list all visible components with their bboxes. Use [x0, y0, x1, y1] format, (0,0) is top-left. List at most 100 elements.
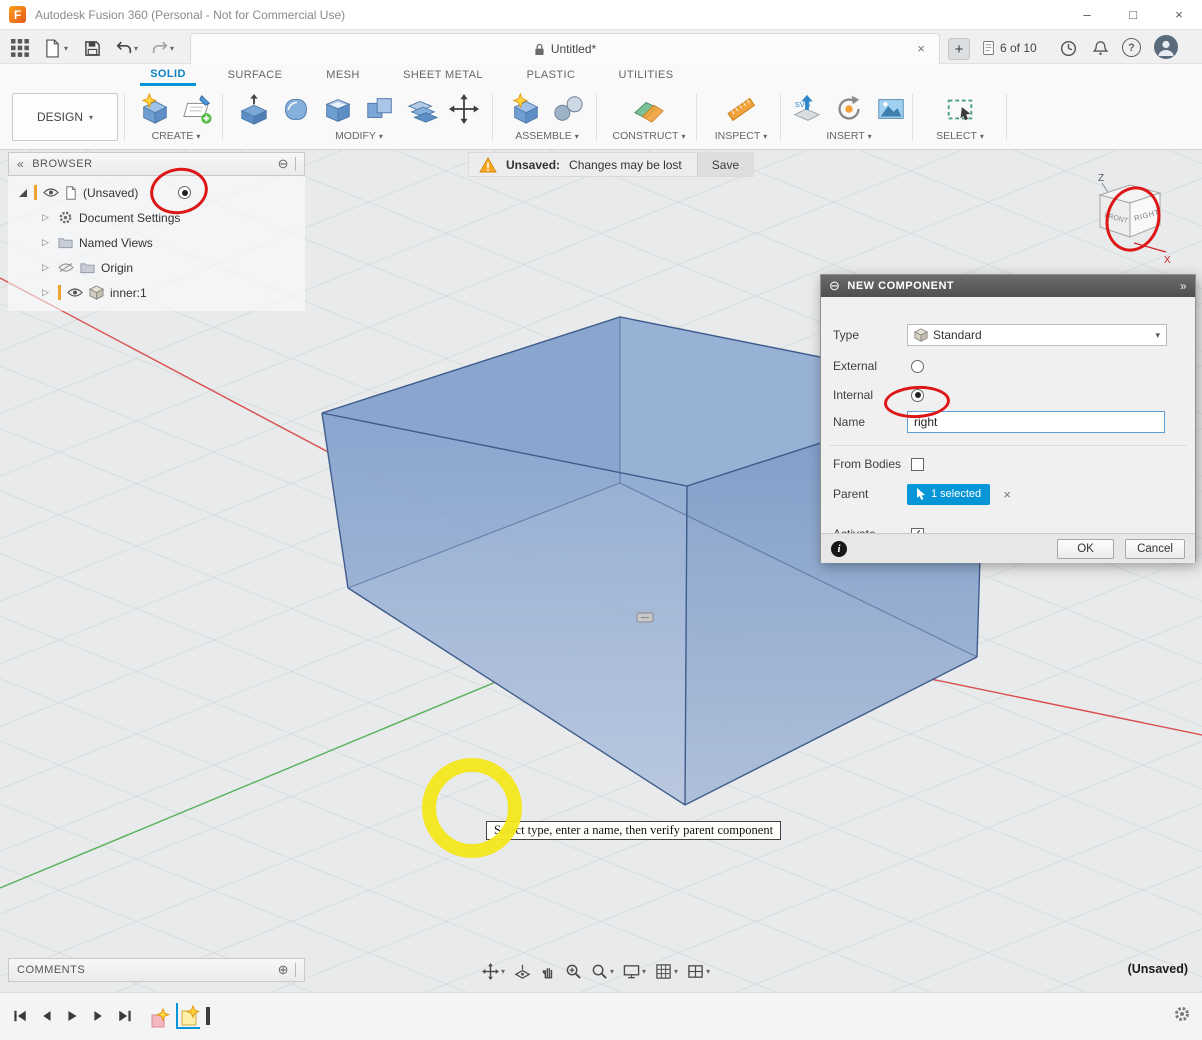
press-pull-button[interactable]: [236, 91, 272, 127]
browser-row-inner-body[interactable]: ▷ inner:1: [8, 280, 305, 305]
file-menu-button[interactable]: [40, 36, 64, 60]
combine-button[interactable]: [362, 91, 398, 127]
help-icon[interactable]: ?: [1122, 38, 1141, 57]
folder-icon: [58, 237, 73, 249]
move-button[interactable]: [446, 91, 482, 127]
timeline-position-marker[interactable]: [206, 1007, 210, 1025]
document-tab[interactable]: Untitled* ×: [190, 33, 940, 64]
close-document-icon[interactable]: ×: [913, 41, 929, 56]
add-comment-icon[interactable]: ⊕: [278, 962, 289, 978]
group-label[interactable]: CONSTRUCT: [613, 130, 679, 142]
measure-button[interactable]: [723, 91, 759, 127]
group-label[interactable]: SELECT: [936, 130, 977, 142]
browser-header[interactable]: « BROWSER ⊖: [8, 152, 305, 176]
save-action-button[interactable]: Save: [697, 153, 753, 176]
go-to-start-button[interactable]: [10, 1007, 30, 1025]
timeline-marker-new-component[interactable]: [176, 1003, 200, 1029]
viewports-button[interactable]: ▾: [687, 963, 710, 980]
insert-svg-button[interactable]: SVG: [789, 91, 825, 127]
maximize-button[interactable]: □: [1110, 0, 1156, 29]
browser-row-origin[interactable]: ▷ Origin: [8, 255, 305, 280]
canvas-button[interactable]: [873, 91, 909, 127]
clear-selection-icon[interactable]: ×: [1000, 487, 1014, 502]
name-input[interactable]: [907, 411, 1165, 433]
tree-collapsed-icon[interactable]: ▷: [42, 262, 52, 273]
eye-off-icon[interactable]: [58, 262, 74, 273]
display-settings-button[interactable]: ▾: [623, 963, 646, 980]
chevron-down-icon[interactable]: ▾: [64, 44, 68, 53]
step-forward-button[interactable]: [88, 1007, 108, 1025]
dialog-dock-icon[interactable]: »: [1180, 279, 1187, 293]
group-label[interactable]: INSERT: [826, 130, 864, 142]
tree-collapsed-icon[interactable]: ▷: [42, 212, 52, 223]
collapse-panel-icon[interactable]: «: [17, 157, 24, 171]
app-grid-icon[interactable]: [8, 36, 32, 60]
assemble-new-component-button[interactable]: [508, 91, 544, 127]
save-button[interactable]: [80, 36, 104, 60]
expand-arrow-icon[interactable]: [18, 188, 28, 198]
external-radio[interactable]: [911, 360, 924, 373]
parent-selection-chip[interactable]: 1 selected: [907, 484, 990, 505]
pan-button[interactable]: [540, 963, 556, 980]
look-at-button[interactable]: [514, 963, 531, 980]
shell-button[interactable]: [320, 91, 356, 127]
design-dropdown[interactable]: DESIGN ▾: [12, 93, 118, 141]
tree-collapsed-icon[interactable]: ▷: [42, 237, 52, 248]
construct-plane-button[interactable]: [631, 91, 667, 127]
derive-button[interactable]: [831, 91, 867, 127]
job-status[interactable]: 6 of 10: [982, 38, 1037, 58]
dialog-collapse-icon[interactable]: ⊖: [829, 278, 840, 294]
select-button[interactable]: [942, 91, 978, 127]
new-component-button[interactable]: [137, 91, 173, 127]
group-label[interactable]: INSPECT: [715, 130, 761, 142]
orbit-button[interactable]: ▾: [482, 963, 505, 980]
group-label[interactable]: ASSEMBLE: [515, 130, 572, 142]
go-to-end-button[interactable]: [114, 1007, 134, 1025]
notifications-bell-icon[interactable]: [1088, 36, 1112, 60]
joint-button[interactable]: [550, 91, 586, 127]
timeline-marker-component[interactable]: [148, 1003, 172, 1029]
browser-row-named-views[interactable]: ▷ Named Views: [8, 230, 305, 255]
group-label[interactable]: CREATE: [152, 130, 194, 142]
tab-surface[interactable]: SURFACE: [222, 64, 288, 86]
tree-collapsed-icon[interactable]: ▷: [42, 287, 52, 298]
zoom-window-button[interactable]: ▾: [591, 963, 614, 980]
clock-icon[interactable]: [1056, 36, 1080, 60]
info-icon[interactable]: i: [831, 541, 847, 557]
tab-solid[interactable]: SOLID: [140, 64, 196, 86]
browser-row-document-settings[interactable]: ▷ Document Settings: [8, 205, 305, 230]
tab-sheet-metal[interactable]: SHEET METAL: [398, 64, 488, 86]
play-button[interactable]: [62, 1007, 82, 1025]
eye-icon[interactable]: [67, 287, 83, 298]
eye-icon[interactable]: [43, 187, 59, 198]
ok-button[interactable]: OK: [1057, 539, 1114, 559]
type-select[interactable]: Standard ▾: [907, 324, 1167, 346]
from-bodies-checkbox[interactable]: [911, 458, 924, 471]
minimize-button[interactable]: –: [1064, 0, 1110, 29]
avatar[interactable]: [1154, 35, 1178, 59]
pattern-button[interactable]: [404, 91, 440, 127]
redo-button[interactable]: [148, 36, 172, 60]
group-label[interactable]: MODIFY: [335, 130, 376, 142]
new-tab-button[interactable]: +: [948, 38, 970, 60]
create-sketch-button[interactable]: [179, 91, 215, 127]
fillet-button[interactable]: [278, 91, 314, 127]
comments-header[interactable]: COMMENTS ⊕: [8, 958, 305, 982]
tab-mesh[interactable]: MESH: [318, 64, 368, 86]
visibility-accent-bar: [58, 285, 61, 300]
dialog-header[interactable]: ⊖ NEW COMPONENT »: [821, 275, 1195, 297]
viewport-3d[interactable]: « BROWSER ⊖ (Unsaved) ▷ Document Setting…: [0, 150, 1202, 992]
panel-display-toggle-icon[interactable]: ⊖: [278, 156, 289, 172]
step-back-button[interactable]: [36, 1007, 56, 1025]
grid-snaps-button[interactable]: ▾: [655, 963, 678, 980]
tab-plastic[interactable]: PLASTIC: [520, 64, 582, 86]
cancel-button[interactable]: Cancel: [1125, 539, 1185, 559]
tab-utilities[interactable]: UTILITIES: [610, 64, 682, 86]
chevron-down-icon[interactable]: ▾: [170, 44, 174, 53]
chevron-down-icon[interactable]: ▾: [134, 44, 138, 53]
annotation-yellow-circle: [422, 758, 522, 858]
timeline-settings-gear-icon[interactable]: [1172, 1005, 1192, 1023]
undo-button[interactable]: [112, 36, 136, 60]
close-button[interactable]: ×: [1156, 0, 1202, 29]
zoom-button[interactable]: [565, 963, 582, 980]
